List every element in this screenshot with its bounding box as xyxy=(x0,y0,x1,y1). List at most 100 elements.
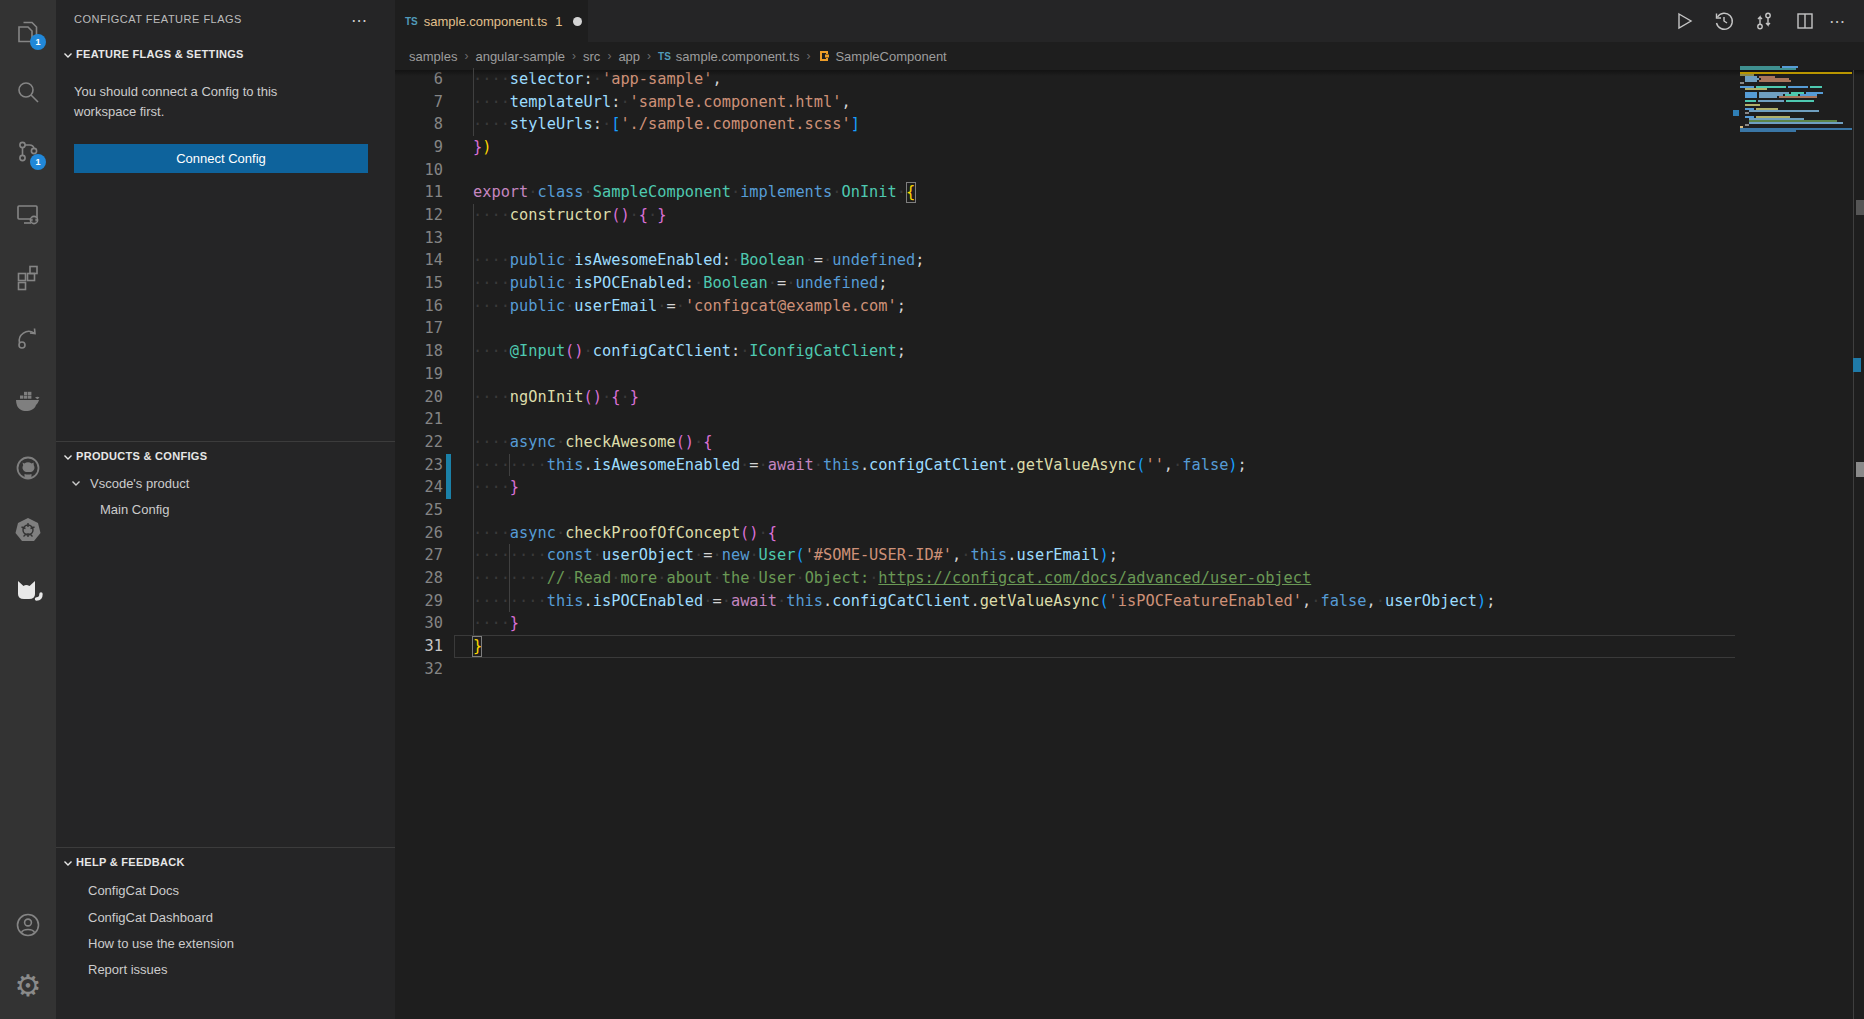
chevron-down-icon[interactable] xyxy=(62,857,74,869)
line-number: 15 xyxy=(395,272,443,295)
sidebar-message: workspace first. xyxy=(74,104,164,119)
minimap-line xyxy=(1745,112,1749,114)
chevron-down-icon[interactable] xyxy=(62,49,74,61)
dirty-indicator-icon[interactable] xyxy=(573,17,582,26)
activity-explorer-icon[interactable] xyxy=(0,8,56,56)
line-number: 7 xyxy=(395,91,443,114)
breadcrumb-src[interactable]: src xyxy=(583,49,600,64)
minimap-line xyxy=(1749,122,1843,124)
help-item-how-to-use-the-extension[interactable]: How to use the extension xyxy=(88,936,234,951)
minimap-line xyxy=(1759,80,1791,82)
code-line-28: ········//·Read·more·about·the·User·Obje… xyxy=(473,567,1311,590)
more-actions-icon[interactable]: ⋯ xyxy=(1820,4,1854,38)
scrollbar-mark[interactable] xyxy=(1856,462,1864,477)
line-number: 32 xyxy=(395,658,443,681)
code-line-29: ········this.isPOCEnabled·=·await·this.c… xyxy=(473,590,1495,613)
line-number: 27 xyxy=(395,544,443,567)
git-modified-indicator xyxy=(446,454,451,499)
breadcrumb-app[interactable]: app xyxy=(618,49,640,64)
code-line-12: ····constructor()·{·} xyxy=(473,204,666,227)
line-number: 22 xyxy=(395,431,443,454)
tree-item-main-config[interactable]: Main Config xyxy=(100,502,169,517)
minimap-line xyxy=(1740,68,1796,70)
line-number: 23 xyxy=(395,454,443,477)
section-divider xyxy=(56,847,395,848)
timeline-history-icon[interactable] xyxy=(1707,4,1741,38)
activity-github-icon[interactable] xyxy=(0,444,56,492)
bracket-match-box xyxy=(906,182,916,203)
split-editor-icon[interactable] xyxy=(1788,4,1822,38)
run-icon[interactable] xyxy=(1667,4,1701,38)
vscode-window: 11⚙ CONFIGCAT FEATURE FLAGS ⋯ FEATURE FL… xyxy=(0,0,1864,1019)
line-number: 9 xyxy=(395,136,443,159)
breadcrumbs: samples › angular-sample › src › app › TSsample.… xyxy=(395,42,1864,70)
breadcrumb-separator: › xyxy=(607,49,611,63)
scrollbar-border xyxy=(1853,70,1854,1019)
minimap-line xyxy=(1745,104,1760,106)
code-line-23: ········this.isAwesomeEnabled·=·await·th… xyxy=(473,454,1247,477)
breadcrumb-samples[interactable]: samples xyxy=(409,49,457,64)
activity-bar: 11⚙ xyxy=(0,0,56,1019)
activity-remote-explorer-icon[interactable] xyxy=(0,191,56,239)
activity-docker-icon[interactable] xyxy=(0,376,56,424)
chevron-down-icon[interactable] xyxy=(62,451,74,463)
code-line-11: export·class·SampleComponent·implements·… xyxy=(473,181,915,204)
activity-kubernetes-icon[interactable] xyxy=(0,506,56,554)
activity-search-icon[interactable] xyxy=(0,68,56,116)
indent-guide xyxy=(473,204,474,635)
code-line-16: ····public·userEmail·=·'configcat@exampl… xyxy=(473,295,906,318)
breadcrumb-separator: › xyxy=(464,49,468,63)
activity-badge: 1 xyxy=(30,154,46,170)
tab-label: sample.component.ts xyxy=(424,14,548,29)
help-item-report-issues[interactable]: Report issues xyxy=(88,962,167,977)
tree-item-vscode-s-product[interactable]: Vscode's product xyxy=(90,476,189,491)
tab-sample-component[interactable]: TS sample.component.ts 1 xyxy=(395,0,588,42)
activity-account-icon[interactable] xyxy=(0,901,56,949)
breadcrumb-sample-component-ts[interactable]: TSsample.component.ts xyxy=(658,49,799,64)
line-number: 20 xyxy=(395,386,443,409)
chevron-down-icon[interactable] xyxy=(70,477,82,489)
minimap-line xyxy=(1745,96,1757,98)
activity-settings-gear-icon[interactable]: ⚙ xyxy=(0,961,56,1009)
breadcrumb-separator: › xyxy=(572,49,576,63)
code-line-22: ····async·checkAwesome()·{ xyxy=(473,431,713,454)
activity-extensions-icon[interactable] xyxy=(0,253,56,301)
tab-badge: 1 xyxy=(555,14,562,29)
minimap-line xyxy=(1749,110,1819,112)
editor[interactable]: 6····selector:·'app-sample',7····templat… xyxy=(395,70,1864,1019)
indent-guide xyxy=(509,544,510,612)
activity-configcat-icon[interactable] xyxy=(0,566,56,614)
help-item-configcat-dashboard[interactable]: ConfigCat Dashboard xyxy=(88,910,213,925)
more-actions-icon[interactable]: ⋯ xyxy=(351,11,367,30)
activity-source-control-icon[interactable] xyxy=(0,128,56,176)
code-line-30: ····} xyxy=(473,612,519,635)
line-number: 25 xyxy=(395,499,443,522)
connect-config-button[interactable]: Connect Config xyxy=(74,144,368,173)
line-number: 10 xyxy=(395,159,443,182)
line-number: 8 xyxy=(395,113,443,136)
minimap-line xyxy=(1745,100,1756,102)
code-line-26: ····async·checkProofOfConcept()·{ xyxy=(473,522,777,545)
bracket-match-box xyxy=(472,636,482,657)
section-header-help-feedback[interactable]: HELP & FEEDBACK xyxy=(76,856,185,868)
scrollbar-mark[interactable] xyxy=(1853,358,1861,372)
breadcrumb-separator: › xyxy=(647,49,651,63)
scrollbar-mark[interactable] xyxy=(1856,200,1864,215)
activity-live-share-icon[interactable] xyxy=(0,316,56,364)
tab-bar: TS sample.component.ts 1 ⋯ xyxy=(395,0,1864,42)
minimap-line xyxy=(1788,86,1808,88)
section-header-feature-flags-settings[interactable]: FEATURE FLAGS & SETTINGS xyxy=(76,48,244,60)
help-item-configcat-docs[interactable]: ConfigCat Docs xyxy=(88,883,179,898)
breadcrumb-angular-sample[interactable]: angular-sample xyxy=(475,49,565,64)
minimap-line xyxy=(1745,124,1749,126)
breadcrumb-separator: › xyxy=(806,49,810,63)
breadcrumb-samplecomponent[interactable]: SampleComponent xyxy=(817,49,946,64)
line-number: 30 xyxy=(395,612,443,635)
line-number: 26 xyxy=(395,522,443,545)
line-number: 16 xyxy=(395,295,443,318)
section-header-products-configs[interactable]: PRODUCTS & CONFIGS xyxy=(76,450,207,462)
open-changes-icon[interactable] xyxy=(1747,4,1781,38)
minimap-line xyxy=(1745,80,1757,82)
line-number: 29 xyxy=(395,590,443,613)
minimap-line xyxy=(1740,72,1852,74)
